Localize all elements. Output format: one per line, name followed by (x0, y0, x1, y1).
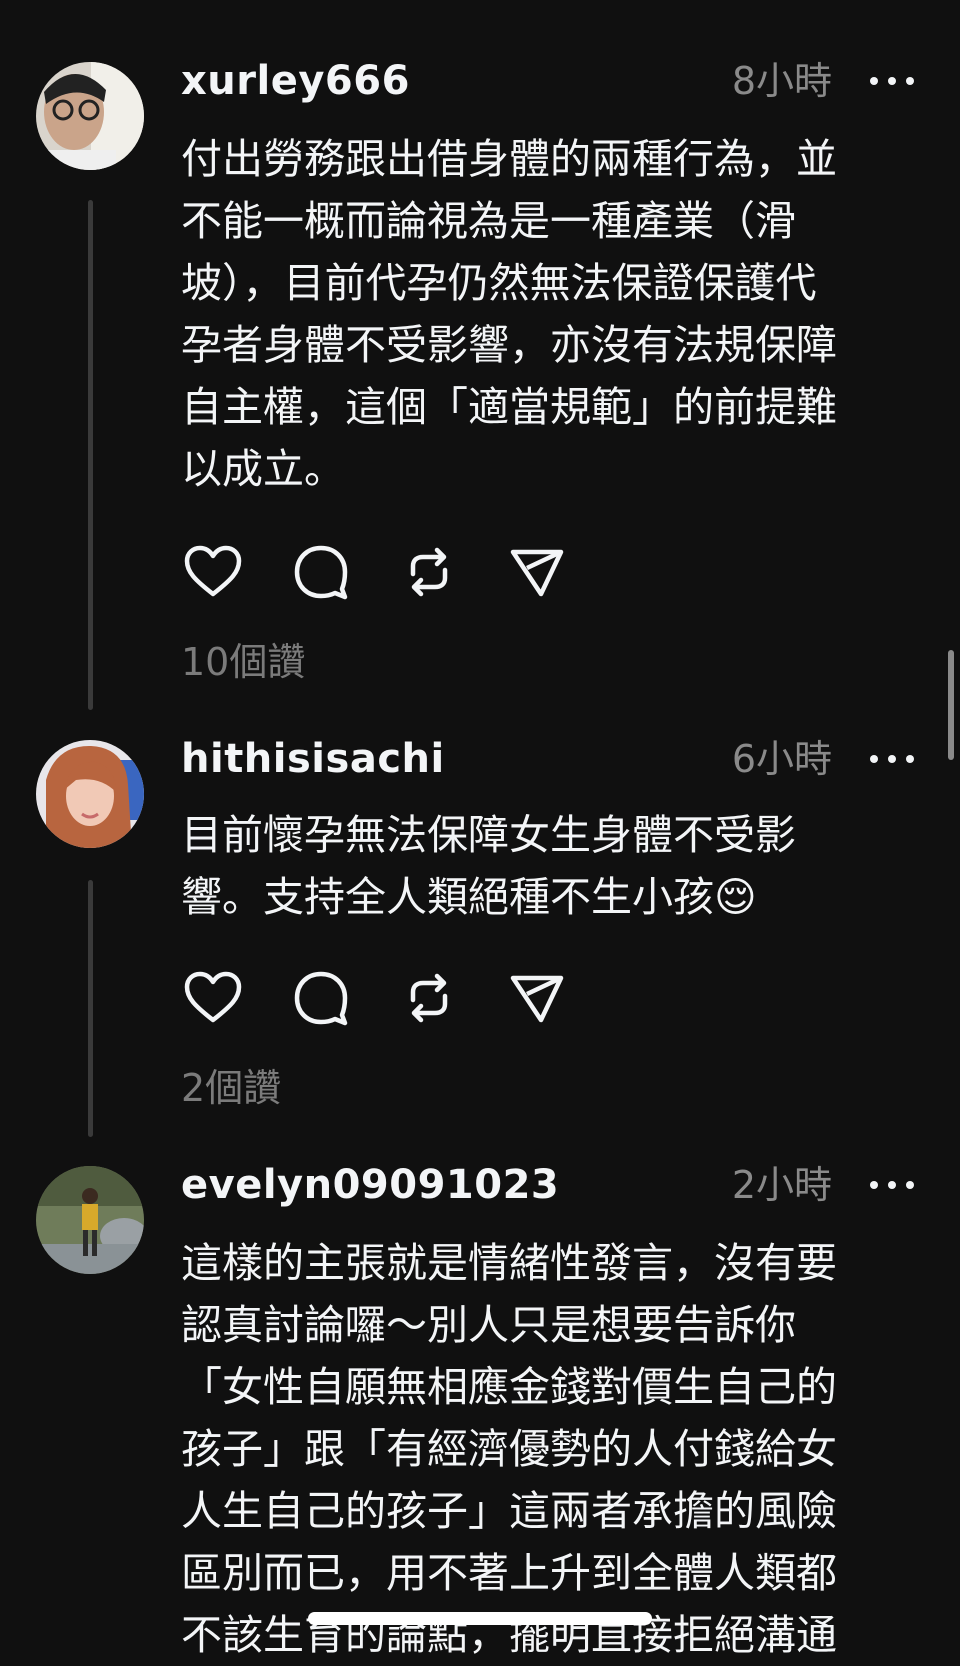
more-icon[interactable] (870, 57, 914, 105)
like-count[interactable]: 10個讚 (181, 638, 305, 686)
heart-icon[interactable] (181, 540, 245, 604)
username[interactable]: hithisisachi (181, 735, 445, 783)
repost-icon[interactable] (397, 540, 461, 604)
comment-icon[interactable] (289, 540, 353, 604)
post-text: 目前懷孕無法保障女生身體不受影 響。支持全人類絕種不生小孩😌 (181, 811, 796, 921)
like-count[interactable]: 2個讚 (181, 1064, 281, 1112)
post-text: 這樣的主張就是情緒性發言，沒有要 認真討論囉～別人只是想要告訴你 「女性自願無相… (181, 1239, 837, 1659)
thread-line (88, 200, 93, 710)
more-icon[interactable] (870, 1161, 914, 1209)
avatar[interactable] (36, 62, 144, 170)
username[interactable]: xurley666 (181, 57, 410, 105)
scrollbar[interactable] (948, 650, 954, 760)
action-bar (181, 966, 613, 1030)
timestamp: 2小時 (731, 1163, 832, 1207)
timestamp: 8小時 (731, 59, 832, 103)
thread-line (88, 880, 93, 1137)
username[interactable]: evelyn09091023 (181, 1161, 559, 1209)
repost-icon[interactable] (397, 966, 461, 1030)
comment-icon[interactable] (289, 966, 353, 1030)
home-indicator[interactable] (308, 1612, 652, 1625)
avatar[interactable] (36, 740, 144, 848)
heart-icon[interactable] (181, 966, 245, 1030)
avatar[interactable] (36, 1166, 144, 1274)
timestamp: 6小時 (731, 737, 832, 781)
send-icon[interactable] (505, 540, 569, 604)
more-icon[interactable] (870, 735, 914, 783)
send-icon[interactable] (505, 966, 569, 1030)
action-bar (181, 540, 613, 604)
post-text: 付出勞務跟出借身體的兩種行為，並 不能一概而論視為是一種產業（滑 坡），目前代孕… (181, 135, 837, 493)
